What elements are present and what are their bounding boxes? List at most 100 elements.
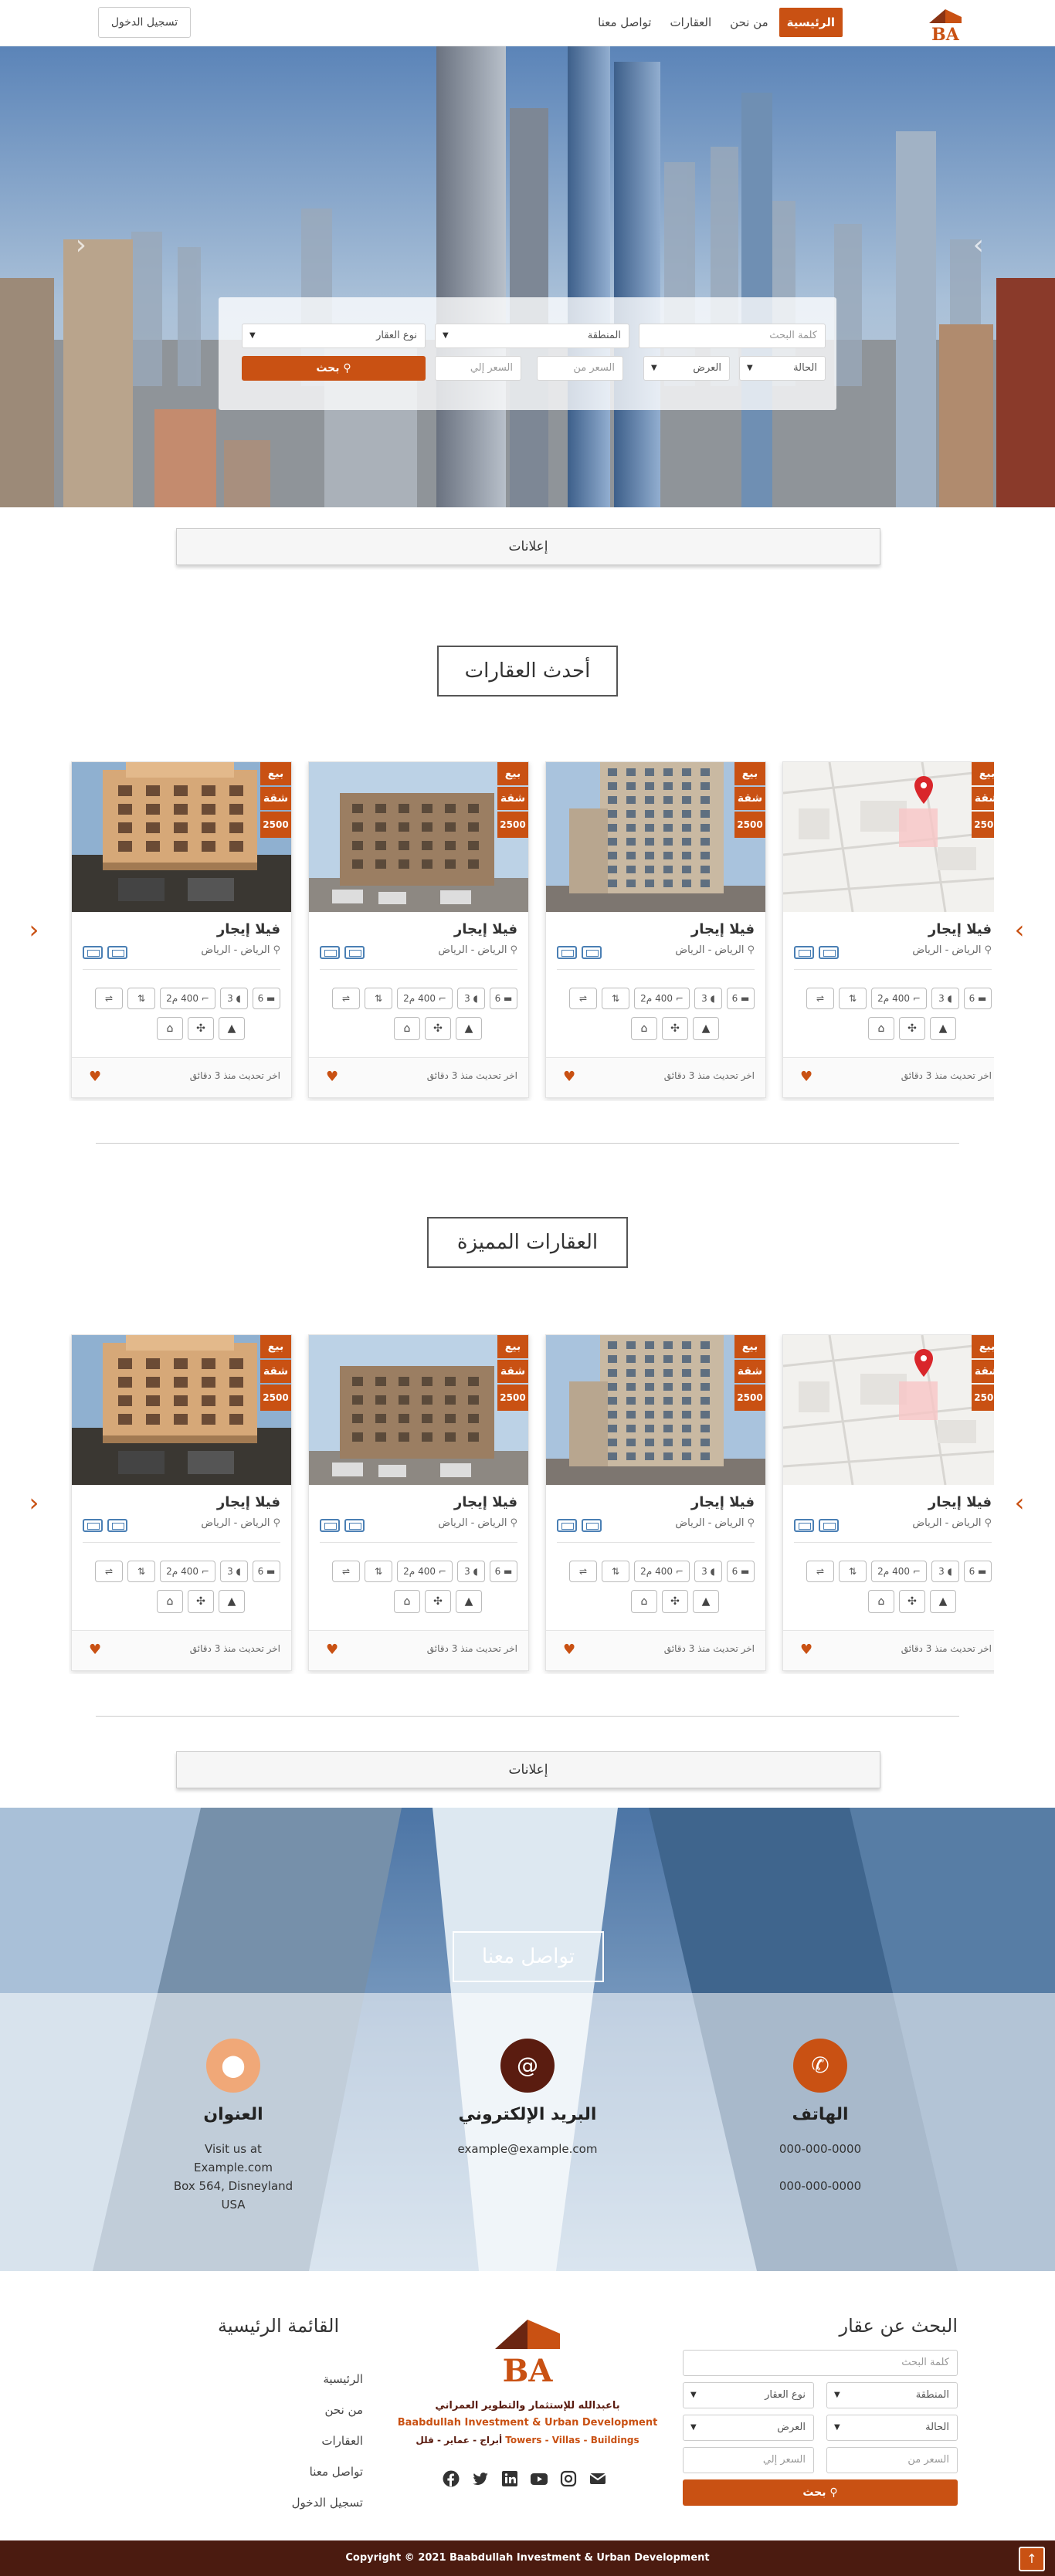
video-icon[interactable] bbox=[320, 1519, 340, 1532]
property-image[interactable] bbox=[546, 1335, 765, 1485]
property-card[interactable]: بيع شقة 2500 فيلا إيجار ⚲الرياض - الرياض… bbox=[71, 761, 292, 1098]
linkedin-icon[interactable] bbox=[500, 2469, 519, 2488]
ads-banner[interactable]: إعلانات bbox=[176, 1751, 880, 1788]
heart-icon[interactable]: ♥ bbox=[89, 1642, 101, 1658]
area-feature: ⌐ 400 م2 bbox=[871, 1561, 927, 1582]
search-type-select[interactable]: نوع العقار ▼ bbox=[242, 324, 426, 348]
video-icon[interactable] bbox=[557, 946, 577, 959]
bathrooms-feature: ◖ 3 bbox=[220, 1561, 248, 1582]
video-icon[interactable] bbox=[320, 946, 340, 959]
search-status-select[interactable]: الحالة ▼ bbox=[739, 356, 826, 381]
footer-keyword-input[interactable]: كلمة البحث bbox=[683, 2350, 958, 2376]
footer-price-to-input[interactable]: السعر إلي bbox=[683, 2447, 814, 2473]
ac-icon: ✣ bbox=[425, 1590, 451, 1613]
footer-menu-about[interactable]: من نحن bbox=[278, 2403, 364, 2417]
property-title[interactable]: فيلا إيجار bbox=[928, 921, 992, 937]
login-button[interactable]: تسجيل الدخول bbox=[98, 7, 191, 38]
gallery-icon[interactable] bbox=[344, 1519, 365, 1532]
property-title[interactable]: فيلا إيجار bbox=[217, 1494, 280, 1510]
gallery-icon[interactable] bbox=[344, 946, 365, 959]
video-icon[interactable] bbox=[83, 1519, 103, 1532]
property-title[interactable]: فيلا إيجار bbox=[217, 921, 280, 937]
gallery-icon[interactable] bbox=[819, 946, 839, 959]
footer-price-from-input[interactable]: السعر من bbox=[826, 2447, 958, 2473]
heart-icon[interactable]: ♥ bbox=[89, 1069, 101, 1085]
card-divider bbox=[557, 969, 755, 970]
footer-menu-properties[interactable]: العقارات bbox=[278, 2434, 363, 2448]
property-image[interactable] bbox=[309, 1335, 528, 1485]
featured-prev-arrow[interactable]: ‹ bbox=[26, 1487, 42, 1518]
heart-icon[interactable]: ♥ bbox=[800, 1642, 812, 1658]
ba-logo-icon[interactable]: BA bbox=[926, 6, 965, 42]
property-card[interactable]: بيع شقة 2500 فيلا إيجار ⚲الرياض - الرياض… bbox=[545, 761, 766, 1098]
gallery-icon[interactable] bbox=[819, 1519, 839, 1532]
hero-next-arrow[interactable]: › bbox=[968, 230, 984, 261]
gallery-icon[interactable] bbox=[107, 1519, 127, 1532]
video-icon[interactable] bbox=[794, 946, 814, 959]
property-image[interactable] bbox=[546, 762, 765, 912]
email-address[interactable]: example@example.com bbox=[412, 2140, 643, 2158]
property-title[interactable]: فيلا إيجار bbox=[454, 921, 517, 937]
latest-prev-arrow[interactable]: ‹ bbox=[26, 914, 42, 945]
property-card[interactable]: بيع شقة 2500 فيلا إيجار ⚲الرياض - الرياض… bbox=[545, 1334, 766, 1671]
search-region-select[interactable]: المنطقة ▼ bbox=[435, 324, 629, 348]
property-card[interactable]: بيع شقة 2500 فيلا إيجار ⚲الرياض - الرياض… bbox=[782, 1334, 994, 1671]
twitter-icon[interactable] bbox=[471, 2469, 490, 2488]
heart-icon[interactable]: ♥ bbox=[326, 1069, 338, 1085]
instagram-icon[interactable] bbox=[559, 2469, 578, 2488]
video-icon[interactable] bbox=[794, 1519, 814, 1532]
property-image[interactable] bbox=[72, 762, 291, 912]
footer-region-select[interactable]: المنطقة ▼ bbox=[826, 2382, 958, 2408]
bath-icon: ◖ bbox=[470, 1566, 478, 1577]
heart-icon[interactable]: ♥ bbox=[563, 1069, 575, 1085]
latest-next-arrow[interactable]: › bbox=[1012, 914, 1027, 945]
property-card[interactable]: بيع شقة 2500 فيلا إيجار ⚲الرياض - الرياض… bbox=[782, 761, 994, 1098]
search-offer-select[interactable]: العرض ▼ bbox=[643, 356, 730, 381]
video-icon[interactable] bbox=[83, 946, 103, 959]
nav-about[interactable]: من نحن bbox=[722, 8, 776, 37]
gallery-icon[interactable] bbox=[582, 1519, 602, 1532]
search-keyword-input[interactable]: كلمة البحث bbox=[639, 324, 826, 348]
search-submit-button[interactable]: ⚲ بحث bbox=[242, 356, 426, 381]
property-title[interactable]: فيلا إيجار bbox=[691, 921, 755, 937]
heart-icon[interactable]: ♥ bbox=[563, 1642, 575, 1658]
property-image[interactable] bbox=[309, 762, 528, 912]
nav-properties[interactable]: العقارات bbox=[662, 8, 719, 37]
footer-menu-login[interactable]: تسجيل الدخول bbox=[278, 2496, 363, 2510]
property-title[interactable]: فيلا إيجار bbox=[691, 1494, 755, 1510]
footer-type-select[interactable]: نوع العقار ▼ bbox=[683, 2382, 814, 2408]
property-image[interactable] bbox=[783, 762, 994, 912]
youtube-icon[interactable] bbox=[530, 2469, 548, 2488]
ads-banner[interactable]: إعلانات bbox=[176, 528, 880, 565]
phone-number[interactable]: 000-000-0000 bbox=[704, 2140, 936, 2158]
featured-next-arrow[interactable]: › bbox=[1012, 1487, 1027, 1518]
facebook-icon[interactable] bbox=[442, 2469, 460, 2488]
property-title[interactable]: فيلا إيجار bbox=[454, 1494, 517, 1510]
hero-prev-arrow[interactable]: ‹ bbox=[71, 230, 87, 261]
footer-menu-home[interactable]: الرئيسية bbox=[278, 2372, 363, 2386]
footer-offer-select[interactable]: العرض ▼ bbox=[683, 2415, 814, 2441]
property-image[interactable] bbox=[783, 1335, 994, 1485]
property-card[interactable]: بيع شقة 2500 فيلا إيجار ⚲الرياض - الرياض… bbox=[308, 761, 529, 1098]
footer-status-select[interactable]: الحالة ▼ bbox=[826, 2415, 958, 2441]
nav-home[interactable]: الرئيسية bbox=[779, 8, 843, 37]
mail-icon[interactable] bbox=[589, 2469, 607, 2488]
gallery-icon[interactable] bbox=[582, 946, 602, 959]
footer-search-button[interactable]: ⚲ بحث bbox=[683, 2479, 958, 2506]
property-card[interactable]: بيع شقة 2500 فيلا إيجار ⚲الرياض - الرياض… bbox=[308, 1334, 529, 1671]
heart-icon[interactable]: ♥ bbox=[800, 1069, 812, 1085]
bath-icon: ◖ bbox=[707, 1566, 715, 1577]
search-price-to-input[interactable]: السعر إلي bbox=[435, 356, 521, 381]
location-pin-icon: ⚲ bbox=[273, 944, 280, 956]
gallery-icon[interactable] bbox=[107, 946, 127, 959]
search-price-from-input[interactable]: السعر من bbox=[537, 356, 623, 381]
video-icon[interactable] bbox=[557, 1519, 577, 1532]
property-card[interactable]: بيع شقة 2500 فيلا إيجار ⚲الرياض - الرياض… bbox=[71, 1334, 292, 1671]
phone-number[interactable]: 000-000-0000 bbox=[704, 2177, 936, 2195]
property-image[interactable] bbox=[72, 1335, 291, 1485]
property-title[interactable]: فيلا إيجار bbox=[928, 1494, 992, 1510]
heart-icon[interactable]: ♥ bbox=[326, 1642, 338, 1658]
footer-menu-contact[interactable]: تواصل معنا bbox=[278, 2465, 363, 2479]
back-to-top-button[interactable]: ↑ bbox=[1019, 2547, 1045, 2571]
nav-contact[interactable]: تواصل معنا bbox=[590, 8, 659, 37]
